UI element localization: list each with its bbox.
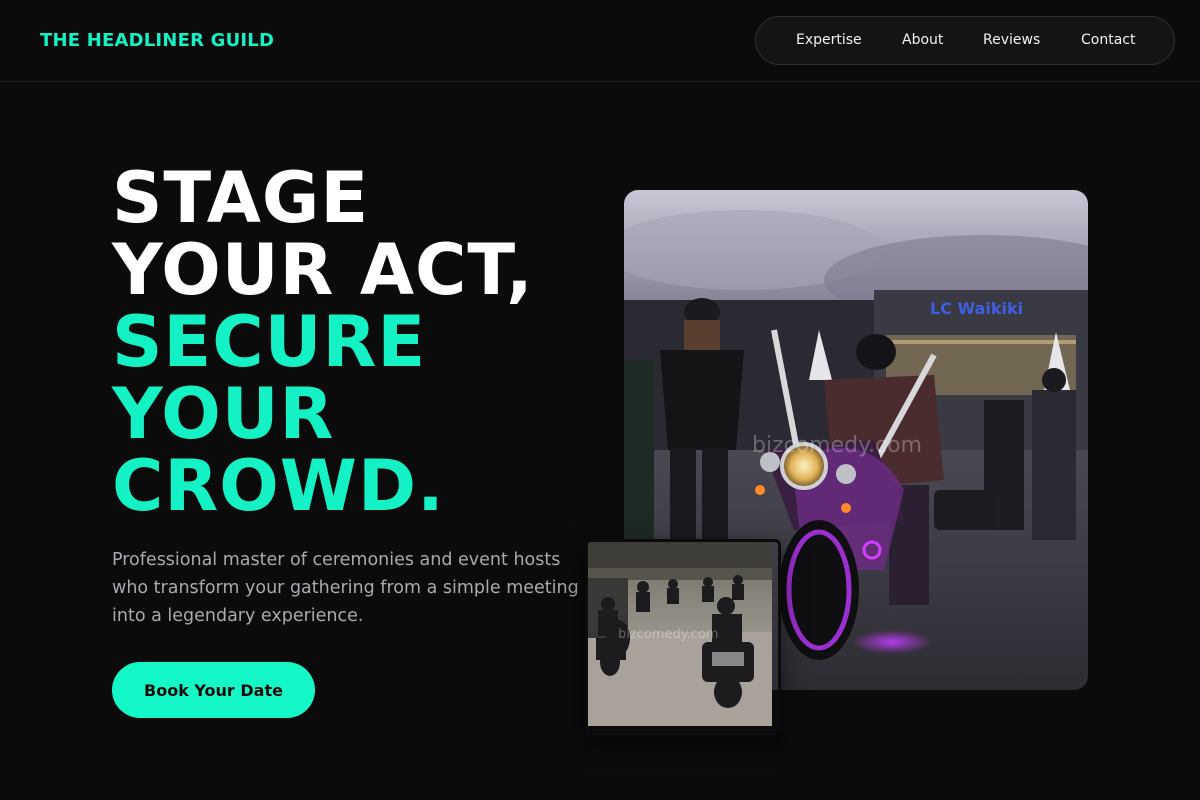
headline-line-5: CROWD. bbox=[112, 445, 445, 527]
riders-group-image: bizcomedy.com bbox=[588, 542, 772, 726]
nav-item-reviews[interactable]: Reviews bbox=[983, 32, 1040, 48]
hero-subtitle: Professional master of ceremonies and ev… bbox=[112, 550, 579, 626]
site-header: THE HEADLINER GUILD Expertise About Revi… bbox=[0, 0, 1200, 82]
headline-line-4: YOUR bbox=[112, 373, 335, 455]
brand-logo[interactable]: THE HEADLINER GUILD bbox=[40, 30, 274, 51]
book-date-button[interactable]: Book Your Date bbox=[112, 662, 315, 718]
storefront-sign: LC Waikiki bbox=[930, 299, 1023, 318]
headline-line-2: YOUR ACT, bbox=[112, 229, 534, 311]
thumb-photo-watermark: bizcomedy.com bbox=[618, 627, 718, 642]
main-photo-watermark: bizcomedy.com bbox=[752, 433, 922, 458]
nav-item-contact[interactable]: Contact bbox=[1081, 32, 1135, 48]
hero-headline: STAGE YOUR ACT, SECURE YOUR CROWD. bbox=[112, 162, 534, 522]
main-nav: Expertise About Reviews Contact bbox=[755, 16, 1175, 65]
nav-item-about[interactable]: About bbox=[902, 32, 943, 48]
nav-item-expertise[interactable]: Expertise bbox=[796, 32, 862, 48]
headline-line-1: STAGE bbox=[112, 157, 370, 239]
page: THE HEADLINER GUILD Expertise About Revi… bbox=[0, 0, 1200, 800]
headline-line-3: SECURE bbox=[112, 301, 427, 383]
hero-thumb-photo: bizcomedy.com bbox=[585, 539, 781, 735]
